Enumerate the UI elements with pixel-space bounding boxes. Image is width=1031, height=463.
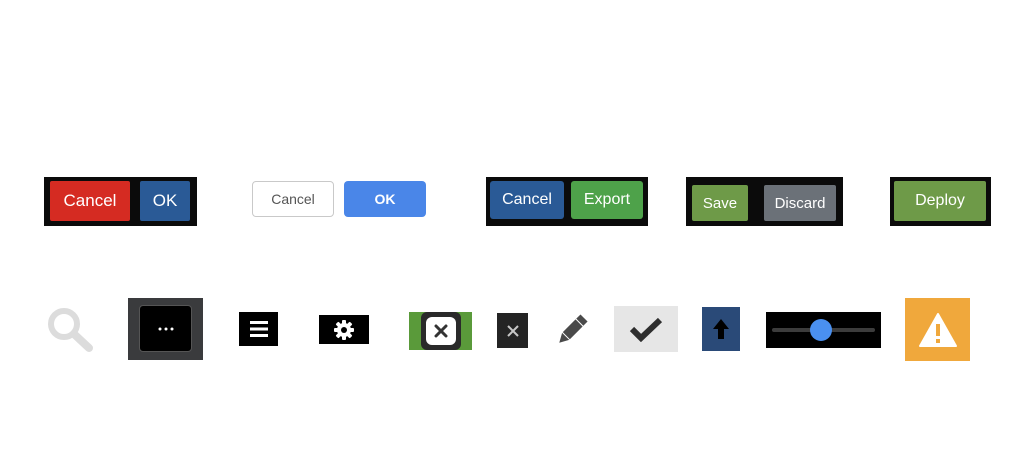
cancel-ok-button-group: Cancel OK xyxy=(44,177,197,226)
cancel-button[interactable]: Cancel xyxy=(252,181,334,217)
cancel-button[interactable]: Cancel xyxy=(490,181,564,219)
edit-icon[interactable] xyxy=(552,310,592,350)
export-button[interactable]: Export xyxy=(571,181,643,219)
upload-arrow-icon[interactable] xyxy=(702,307,740,351)
search-icon[interactable] xyxy=(44,304,96,354)
save-discard-button-group: Save Discard xyxy=(686,177,843,226)
close-icon xyxy=(420,312,461,350)
slider-handle[interactable] xyxy=(810,319,833,341)
ok-button[interactable]: OK xyxy=(140,181,190,221)
menu-icon[interactable] xyxy=(239,312,278,346)
discard-button[interactable]: Discard xyxy=(764,185,836,221)
slider[interactable] xyxy=(766,312,881,348)
deploy-button[interactable]: Deploy xyxy=(894,181,986,221)
settings-icon[interactable] xyxy=(319,315,369,344)
more-options-icon xyxy=(139,305,192,352)
ok-button[interactable]: OK xyxy=(344,181,426,217)
cancel-button[interactable]: Cancel xyxy=(50,181,130,221)
save-button[interactable]: Save xyxy=(692,185,748,221)
close-icon[interactable] xyxy=(497,313,528,348)
more-options-button[interactable] xyxy=(128,298,203,360)
close-button[interactable] xyxy=(409,312,472,350)
warning-icon[interactable] xyxy=(905,298,970,361)
cancel-export-button-group: Cancel Export xyxy=(486,177,648,226)
check-icon[interactable] xyxy=(614,306,678,352)
deploy-button-group: Deploy xyxy=(890,177,991,226)
